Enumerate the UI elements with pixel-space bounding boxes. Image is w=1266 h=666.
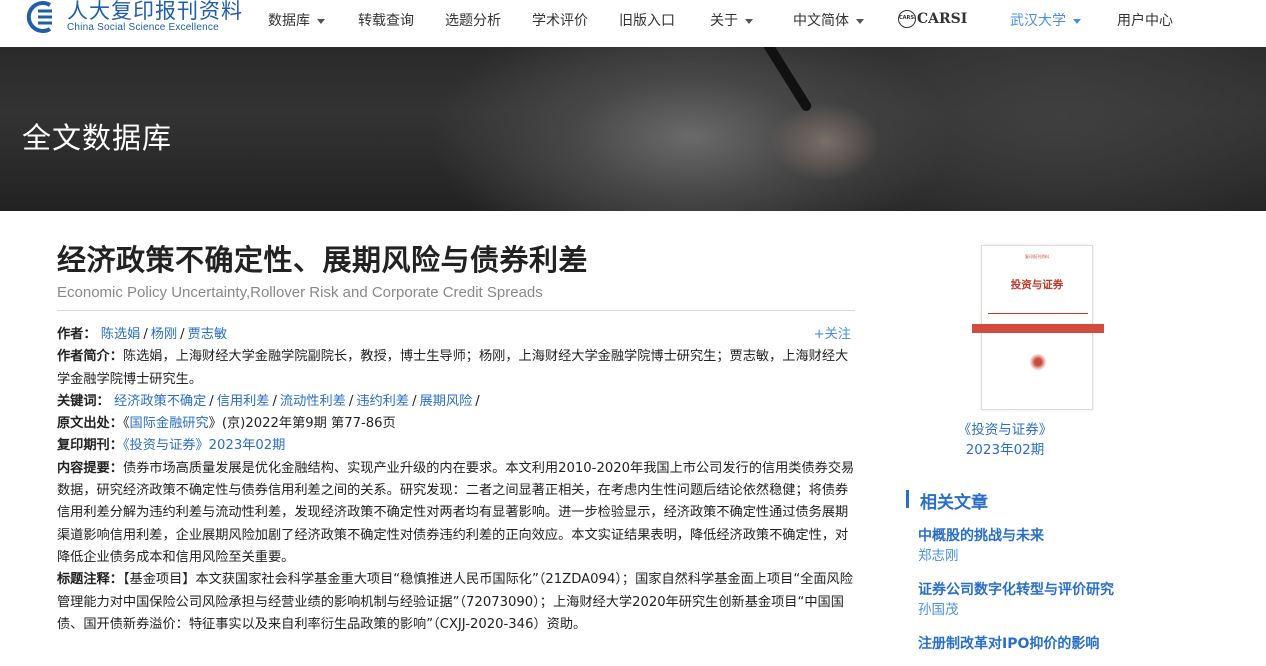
keyword-link[interactable]: 信用利差: [217, 394, 270, 409]
site-logo[interactable]: 人大复印报刊资料 China Social Science Excellence: [22, 0, 243, 34]
reprint-journal-link[interactable]: 《投资与证券》2023年02期: [123, 438, 285, 453]
notes-row: 标题注释：【基金项目】本文获国家社会科学基金重大项目“稳慎推进人民币国际化”（2…: [57, 569, 857, 636]
abstract-row: 内容提要：债券市场高质量发展是优化金融结构、实现产业升级的内在要求。本文利用20…: [57, 458, 857, 569]
keyword-link[interactable]: 违约利差: [356, 394, 409, 409]
related-article-title[interactable]: 证券公司数字化转型与评价研究: [918, 580, 1114, 600]
article-info: +关注 作者： 陈选娟 / 杨刚 / 贾志敏 作者简介：陈选娟，上海财经大学金融学院副院…: [57, 324, 857, 636]
logo-english-name: China Social Science Excellence: [67, 22, 219, 33]
journal-cover-image[interactable]: 复印报刊资料 投资与证券: [972, 245, 1104, 410]
abstract-text: 债券市场高质量发展是优化金融结构、实现产业升级的内在要求。本文利用2010-20…: [57, 460, 855, 565]
page-banner: 全文数据库: [0, 47, 1266, 211]
related-article-item: 注册制改革对IPO抑价的影响: [918, 634, 1099, 654]
carsi-icon: CARSI: [898, 10, 916, 28]
chevron-down-icon: [745, 18, 753, 24]
nav-carsi-login[interactable]: CARSICARSI: [898, 10, 967, 28]
chevron-down-icon: [856, 18, 864, 24]
top-nav: 人大复印报刊资料 China Social Science Excellence…: [0, 0, 1266, 47]
related-article-author[interactable]: 郑志刚: [918, 546, 1044, 566]
keyword-link[interactable]: 流动性利差: [280, 394, 346, 409]
nav-legacy-entry[interactable]: 旧版入口: [619, 10, 675, 30]
chevron-down-icon: [1073, 18, 1081, 24]
related-article-item: 证券公司数字化转型与评价研究 孙国茂: [918, 580, 1114, 620]
related-article-item: 中概股的挑战与未来 郑志刚: [918, 526, 1044, 566]
notes-text: 【基金项目】本文获国家社会科学基金重大项目“稳慎推进人民币国际化”（21ZDA0…: [57, 572, 853, 632]
author-bio: 陈选娟，上海财经大学金融学院副院长，教授，博士生导师；杨刚，上海财经大学金融学院…: [57, 349, 849, 387]
cover-divider: [988, 313, 1088, 314]
nav-topic-analysis[interactable]: 选题分析: [445, 10, 501, 30]
authors-label: 作者：: [57, 327, 97, 342]
source-row: 原文出处：《国际金融研究》(京)2022年第9期 第77-86页: [57, 416, 396, 432]
authors-row: 作者： 陈选娟 / 杨刚 / 贾志敏: [57, 327, 228, 342]
keywords-row: 关键词： 经济政策不确定 / 信用利差 / 流动性利差 / 违约利差 / 展期风险 /: [57, 393, 480, 409]
abstract-label: 内容提要：: [57, 460, 123, 476]
related-articles-heading: 相关文章: [920, 493, 988, 513]
author-link[interactable]: 贾志敏: [188, 327, 228, 342]
logo-chinese-name: 人大复印报刊资料: [67, 0, 243, 23]
nav-language-dropdown[interactable]: 中文简体: [793, 10, 864, 30]
nav-institution-dropdown[interactable]: 武汉大学: [1010, 10, 1081, 30]
author-bio-row: 作者简介：陈选娟，上海财经大学金融学院副院长，教授，博士生导师；杨刚，上海财经大…: [57, 346, 857, 391]
related-article-author[interactable]: 孙国茂: [918, 600, 1114, 620]
journal-issue-link[interactable]: 2023年02期: [905, 440, 1105, 460]
keyword-link[interactable]: 经济政策不确定: [114, 394, 206, 409]
banner-title: 全文数据库: [22, 121, 173, 155]
nav-academic-evaluation[interactable]: 学术评价: [532, 10, 588, 30]
nav-user-center[interactable]: 用户中心: [1117, 10, 1173, 30]
source-detail: 》(京)2022年第9期 第77-86页: [208, 416, 396, 432]
logo-icon: [22, 0, 60, 34]
follow-button[interactable]: +关注: [814, 324, 851, 346]
nav-about-dropdown[interactable]: 关于: [710, 10, 753, 30]
source-journal-link[interactable]: 国际金融研究: [130, 416, 209, 431]
reprint-row: 复印期刊：《投资与证券》2023年02期: [57, 435, 857, 457]
cover-band: [972, 324, 1104, 333]
bio-label: 作者简介：: [57, 349, 123, 365]
source-label: 原文出处：: [57, 416, 123, 432]
cover-emblem-icon: [1030, 354, 1046, 370]
notes-label: 标题注释：: [57, 572, 123, 588]
article-title: 经济政策不确定性、展期风险与债券利差: [57, 243, 589, 277]
author-link[interactable]: 陈选娟: [101, 327, 141, 342]
journal-name-link[interactable]: 《投资与证券》: [905, 420, 1105, 440]
keyword-link[interactable]: 展期风险: [420, 394, 473, 409]
reprint-label: 复印期刊：: [57, 438, 123, 454]
author-link[interactable]: 杨刚: [151, 327, 177, 342]
cover-series-name: 复印报刊资料: [1025, 254, 1049, 259]
article-english-title: Economic Policy Uncertainty,Rollover Ris…: [57, 284, 543, 301]
related-article-title[interactable]: 注册制改革对IPO抑价的影响: [918, 634, 1099, 654]
keywords-label: 关键词：: [57, 393, 110, 409]
banner-background-image: [770, 102, 880, 182]
chevron-down-icon: [317, 18, 325, 24]
related-article-title[interactable]: 中概股的挑战与未来: [918, 526, 1044, 546]
title-divider: [57, 310, 855, 311]
cover-title: 投资与证券: [1010, 279, 1064, 291]
section-accent-bar: [906, 490, 909, 508]
nav-reprint-query[interactable]: 转载查询: [358, 10, 414, 30]
nav-database-dropdown[interactable]: 数据库: [268, 10, 325, 30]
